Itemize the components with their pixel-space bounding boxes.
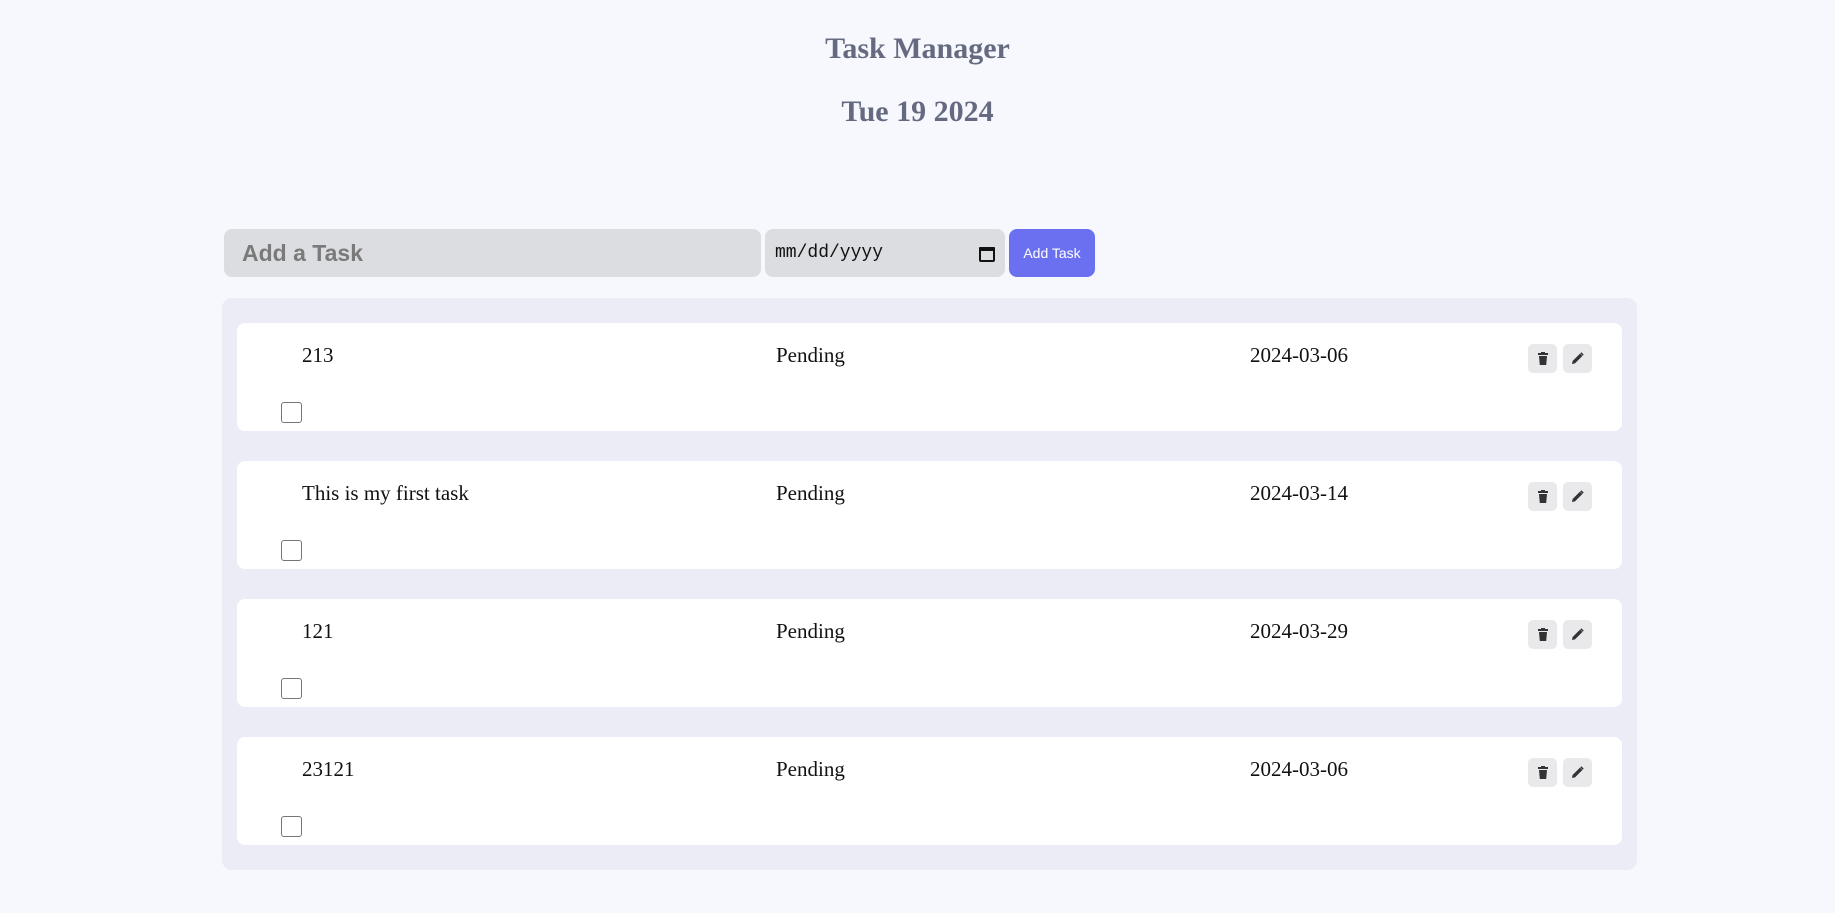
delete-button[interactable] <box>1528 620 1557 649</box>
pencil-icon <box>1572 352 1584 364</box>
trash-icon <box>1537 490 1548 503</box>
task-due-date: 2024-03-06 <box>1250 343 1348 367</box>
trash-icon <box>1537 628 1548 641</box>
current-date: Tue 19 2024 <box>841 95 994 128</box>
task-title: 121 <box>302 619 334 643</box>
add-task-button[interactable]: Add Task <box>1009 229 1095 277</box>
edit-button[interactable] <box>1563 482 1592 511</box>
delete-button[interactable] <box>1528 344 1557 373</box>
delete-button[interactable] <box>1528 482 1557 511</box>
pencil-icon <box>1572 490 1584 502</box>
task-card: 213 Pending 2024-03-06 <box>237 323 1622 431</box>
delete-button[interactable] <box>1528 758 1557 787</box>
edit-button[interactable] <box>1563 620 1592 649</box>
pencil-icon <box>1572 628 1584 640</box>
calendar-icon[interactable] <box>979 245 995 262</box>
pencil-icon <box>1572 766 1584 778</box>
task-status: Pending <box>776 481 845 505</box>
date-placeholder: mm/dd/yyyy <box>775 243 884 263</box>
add-task-form: Add a Task mm/dd/yyyy Add Task <box>224 229 1095 277</box>
task-status: Pending <box>776 757 845 781</box>
trash-icon <box>1537 352 1548 365</box>
task-card: 121 Pending 2024-03-29 <box>237 599 1622 707</box>
task-title: 23121 <box>302 757 355 781</box>
task-due-date: 2024-03-29 <box>1250 619 1348 643</box>
due-date-input[interactable]: mm/dd/yyyy <box>765 229 1005 277</box>
task-complete-checkbox[interactable] <box>281 540 302 561</box>
page-title: Task Manager <box>825 32 1010 65</box>
task-due-date: 2024-03-06 <box>1250 757 1348 781</box>
task-list: 213 Pending 2024-03-06 This is my first … <box>222 298 1637 870</box>
task-status: Pending <box>776 619 845 643</box>
task-input[interactable]: Add a Task <box>224 229 761 277</box>
task-complete-checkbox[interactable] <box>281 678 302 699</box>
task-due-date: 2024-03-14 <box>1250 481 1348 505</box>
edit-button[interactable] <box>1563 344 1592 373</box>
task-complete-checkbox[interactable] <box>281 402 302 423</box>
task-complete-checkbox[interactable] <box>281 816 302 837</box>
task-card: This is my first task Pending 2024-03-14 <box>237 461 1622 569</box>
trash-icon <box>1537 766 1548 779</box>
task-title: 213 <box>302 343 334 367</box>
task-status: Pending <box>776 343 845 367</box>
task-title: This is my first task <box>302 481 469 505</box>
edit-button[interactable] <box>1563 758 1592 787</box>
task-card: 23121 Pending 2024-03-06 <box>237 737 1622 845</box>
